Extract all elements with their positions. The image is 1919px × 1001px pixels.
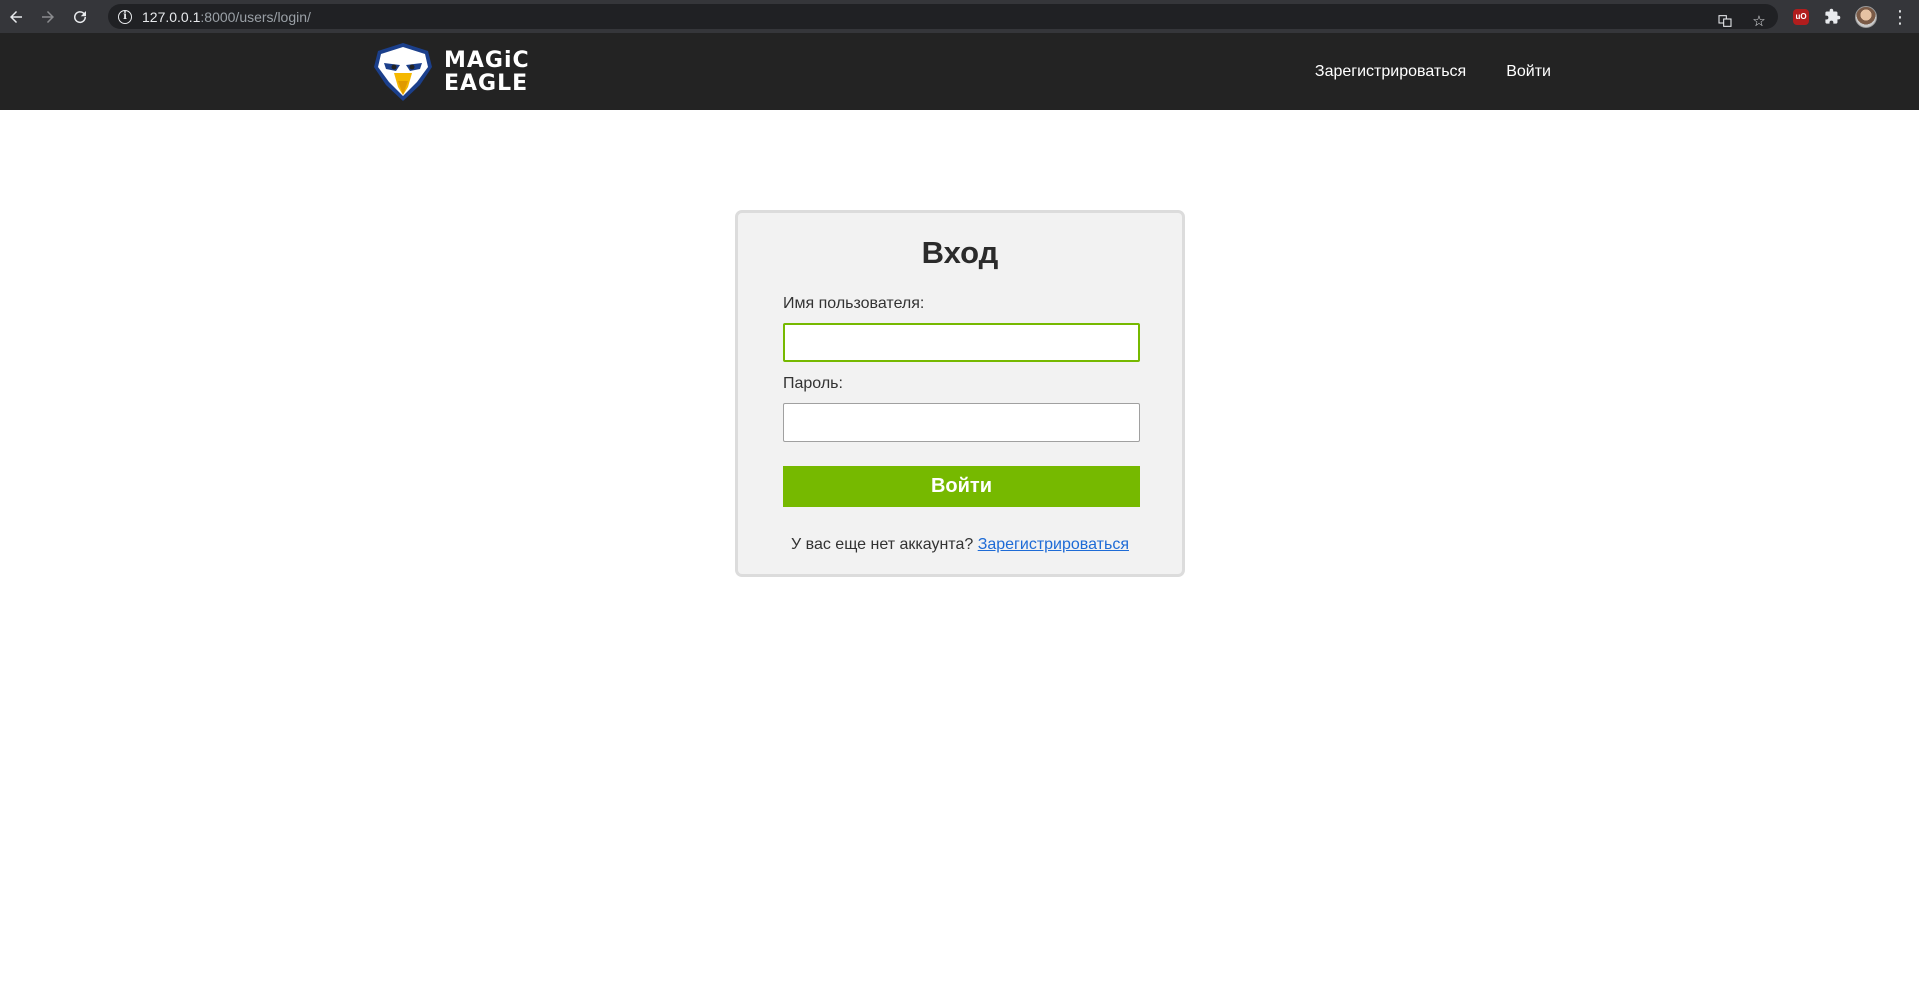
- site-header: MAGiC EAGLE Зарегистрироваться Войти: [0, 33, 1919, 110]
- forward-icon[interactable]: [32, 0, 64, 33]
- signup-prompt: У вас еще нет аккаунта? Зарегистрировать…: [738, 536, 1182, 554]
- register-link[interactable]: Зарегистрироваться: [978, 536, 1129, 553]
- login-title: Вход: [921, 235, 999, 270]
- eagle-logo-icon: [374, 43, 432, 101]
- nav-register-link[interactable]: Зарегистрироваться: [1315, 63, 1466, 81]
- browser-toolbar: i 127.0.0.1:8000/users/login/ ☆ uO ⋮: [0, 0, 1919, 33]
- profile-avatar[interactable]: [1855, 5, 1877, 28]
- reload-icon[interactable]: [64, 0, 96, 33]
- logo[interactable]: MAGiC EAGLE: [370, 41, 530, 103]
- info-icon[interactable]: i: [118, 9, 132, 24]
- nav-login-link[interactable]: Войти: [1506, 63, 1551, 81]
- url-path: :8000/users/login/: [200, 8, 311, 25]
- username-label: Имя пользователя:: [783, 295, 925, 312]
- ublock-extension-icon[interactable]: uO: [1793, 8, 1809, 25]
- url-host: 127.0.0.1: [142, 8, 201, 25]
- translate-icon[interactable]: [1716, 12, 1734, 30]
- password-label: Пароль:: [783, 375, 843, 392]
- logo-text-line1: MAGiC: [444, 48, 530, 73]
- address-bar[interactable]: i 127.0.0.1:8000/users/login/ ☆: [108, 4, 1778, 30]
- login-submit-button[interactable]: Войти: [783, 466, 1140, 507]
- extensions-puzzle-icon[interactable]: [1823, 8, 1841, 26]
- menu-kebab-icon[interactable]: ⋮: [1891, 8, 1909, 26]
- logo-text-line2: EAGLE: [444, 71, 529, 96]
- no-account-text: У вас еще нет аккаунта?: [791, 536, 978, 553]
- password-input[interactable]: [783, 403, 1140, 442]
- bookmark-star-icon[interactable]: ☆: [1750, 12, 1768, 30]
- back-icon[interactable]: [0, 0, 32, 33]
- login-card: Вход Имя пользователя: Пароль: Войти У в…: [735, 210, 1185, 577]
- username-input[interactable]: [783, 323, 1140, 362]
